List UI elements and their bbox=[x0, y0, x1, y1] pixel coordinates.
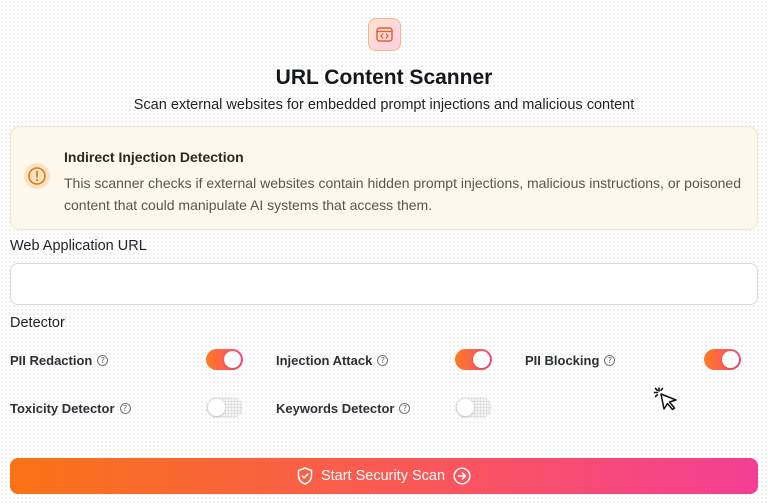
scan-button-label: Start Security Scan bbox=[320, 468, 446, 484]
detector-injection-attack: Injection Attack ? bbox=[276, 348, 389, 372]
detector-keywords: Keywords Detector ? bbox=[276, 396, 411, 420]
info-card-text: This scanner checks if external websites… bbox=[64, 175, 742, 213]
info-icon[interactable]: ? bbox=[604, 354, 616, 366]
toggle-injection-attack[interactable] bbox=[455, 349, 492, 370]
detector-pii-redaction: PII Redaction ? bbox=[10, 348, 109, 372]
detector-label: Keywords Detector bbox=[276, 400, 395, 416]
arrow-circle-right-icon bbox=[453, 467, 471, 485]
click-cursor-icon bbox=[653, 387, 677, 411]
start-security-scan-button[interactable]: Start Security Scan bbox=[10, 458, 758, 494]
detector-pii-blocking: PII Blocking ? bbox=[525, 348, 616, 372]
shield-check-icon bbox=[297, 467, 313, 485]
alert-circle-icon-wrap bbox=[24, 163, 50, 189]
info-card: Indirect Injection Detection This scanne… bbox=[10, 126, 758, 230]
info-icon[interactable]: ? bbox=[399, 402, 411, 414]
toggle-keywords-detector[interactable] bbox=[455, 397, 492, 418]
toggle-pii-redaction[interactable] bbox=[206, 349, 243, 370]
info-icon[interactable]: ? bbox=[97, 354, 109, 366]
url-field-label: Web Application URL bbox=[10, 238, 147, 254]
code-window-icon bbox=[376, 27, 393, 42]
page-subtitle: Scan external websites for embedded prom… bbox=[133, 97, 635, 113]
info-icon[interactable]: ? bbox=[119, 402, 131, 414]
detector-section-label: Detector bbox=[10, 315, 65, 331]
app-logo bbox=[368, 18, 401, 51]
detector-label: PII Redaction bbox=[10, 352, 93, 368]
url-input[interactable] bbox=[10, 263, 758, 305]
page-title: URL Content Scanner bbox=[275, 66, 493, 89]
detector-toxicity: Toxicity Detector ? bbox=[10, 396, 131, 420]
info-card-title: Indirect Injection Detection bbox=[64, 149, 244, 165]
detector-label: Toxicity Detector bbox=[10, 400, 115, 416]
detector-label: Injection Attack bbox=[276, 352, 373, 368]
toggle-pii-blocking[interactable] bbox=[704, 349, 741, 370]
toggle-toxicity-detector[interactable] bbox=[206, 397, 243, 418]
alert-circle-icon bbox=[28, 167, 46, 185]
info-icon[interactable]: ? bbox=[377, 354, 389, 366]
detector-label: PII Blocking bbox=[525, 352, 600, 368]
